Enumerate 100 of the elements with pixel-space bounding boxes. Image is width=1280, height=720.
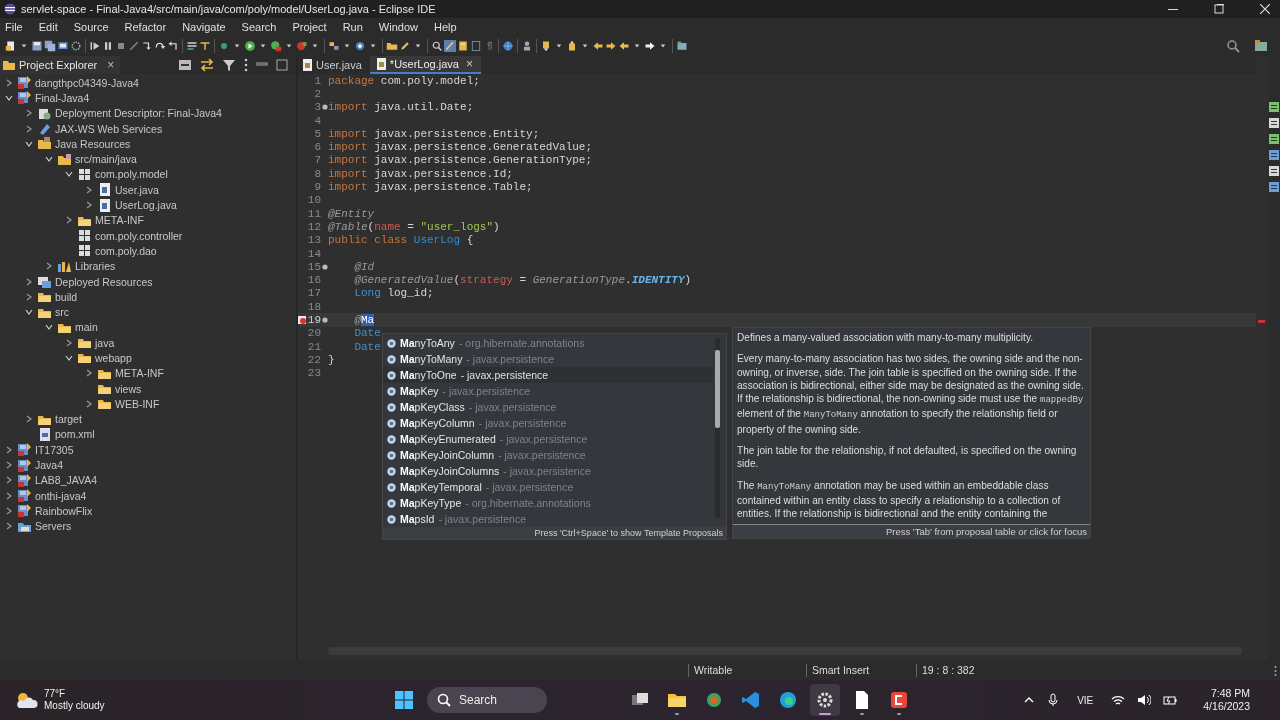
previous-annotation-icon[interactable] [566, 40, 578, 52]
menu-item[interactable]: Run [342, 21, 363, 33]
close-button[interactable]: × [465, 57, 473, 71]
wifi-icon[interactable] [1111, 694, 1126, 706]
editor-tab[interactable]: User.java [298, 56, 370, 74]
view-tab[interactable]: Project Explorer × [0, 56, 121, 74]
scrollbar[interactable] [715, 338, 720, 518]
close-button[interactable]: × [107, 58, 115, 72]
kebab-menu-icon[interactable] [244, 58, 248, 72]
resume-icon[interactable] [89, 40, 101, 52]
proposal-item[interactable]: MapKeyEnumerated - javax.persistence [383, 431, 713, 447]
filter-icon[interactable] [222, 58, 236, 72]
close-icon[interactable] [1260, 4, 1270, 14]
new-file-icon[interactable] [5, 40, 17, 52]
editor-tab[interactable]: *UserLog.java × [369, 56, 481, 74]
tree-item[interactable]: META-INF [115, 367, 164, 380]
tree-item[interactable]: UserLog.java [115, 199, 177, 211]
outline-icon[interactable] [1269, 134, 1279, 144]
link-editor-icon[interactable] [200, 58, 214, 72]
tree-item[interactable]: views [115, 382, 142, 395]
chevron-right-icon[interactable] [85, 185, 93, 194]
menu-item[interactable]: Window [378, 21, 418, 33]
fold-icon[interactable] [322, 104, 328, 111]
pause-icon[interactable] [102, 40, 114, 52]
step-return-icon[interactable] [167, 40, 179, 52]
disconnect-icon[interactable] [128, 40, 140, 52]
chevron-right-icon[interactable] [5, 522, 13, 531]
tree-item[interactable]: src [55, 306, 69, 319]
tree-item[interactable]: Servers [35, 520, 72, 533]
clock-date[interactable]: 4/16/2023 [1203, 700, 1250, 713]
proposal-item[interactable]: MapKey - javax.persistence [383, 383, 713, 399]
tree-item[interactable]: com.poly.controller [95, 229, 183, 242]
tree-item[interactable]: Libraries [75, 260, 116, 273]
proposal-item[interactable]: MapKeyJoinColumn - javax.persistence [383, 447, 713, 463]
proposal-item[interactable]: ManyToAny - org.hibernate.annotations [383, 335, 713, 351]
tree-item[interactable]: Java Resources [55, 137, 131, 150]
block-selection-icon[interactable] [470, 40, 482, 52]
new-class-icon[interactable] [354, 40, 366, 52]
code-editor-icon[interactable] [741, 690, 761, 710]
chevron-right-icon[interactable] [85, 399, 93, 408]
tree-item[interactable]: RainbowFlix [35, 504, 93, 517]
tree-item[interactable]: main [75, 321, 98, 334]
proposal-item[interactable]: MapKeyJoinColumns - javax.persistence [383, 463, 713, 479]
globe-icon[interactable] [502, 40, 514, 52]
tree-item[interactable]: pom.xml [55, 428, 95, 441]
windows-logo-icon[interactable] [394, 690, 414, 710]
tree-item[interactable]: JAX-WS Web Services [55, 122, 163, 135]
app-icon[interactable] [889, 690, 909, 710]
proposal-item[interactable]: MapKeyType - org.hibernate.annotations [383, 495, 713, 511]
chevron-down-icon[interactable] [65, 170, 73, 179]
menu-item[interactable]: File [5, 21, 23, 33]
chevron-right-icon[interactable] [5, 461, 13, 470]
perspective-icon[interactable] [1254, 39, 1268, 53]
chevron-right-icon[interactable] [85, 369, 93, 378]
chevron-right-icon[interactable] [25, 124, 33, 133]
menu-item[interactable]: Refactor [124, 21, 167, 33]
tree-item[interactable]: Deployed Resources [55, 275, 153, 288]
task-list-icon[interactable] [1269, 182, 1279, 192]
chevron-right-icon[interactable] [5, 78, 13, 87]
menu-item[interactable]: Edit [38, 21, 58, 33]
outline-icon[interactable] [1269, 102, 1279, 112]
menu-item[interactable]: Navigate [182, 21, 226, 33]
tree-item[interactable]: com.poly.dao [95, 244, 157, 257]
tree-item[interactable]: Final-Java4 [35, 91, 90, 104]
language-indicator[interactable]: VIE [1077, 694, 1094, 706]
menu-item[interactable]: Help [434, 21, 457, 33]
proposal-item[interactable]: MapKeyTemporal - javax.persistence [383, 479, 713, 495]
server-icon[interactable] [218, 40, 230, 52]
list-icon[interactable] [186, 40, 198, 52]
microphone-icon[interactable] [1047, 693, 1060, 707]
tree-item[interactable]: Deployment Descriptor: Final-Java4 [55, 107, 222, 120]
tree-item[interactable]: target [55, 413, 82, 426]
proposal-item[interactable]: ManyToMany - javax.persistence [383, 351, 713, 367]
chevron-right-icon[interactable] [25, 292, 33, 301]
swirl-icon[interactable] [704, 690, 724, 710]
search-icon[interactable] [1226, 39, 1240, 53]
menu-item[interactable]: Search [241, 21, 277, 33]
step-into-icon[interactable] [141, 40, 153, 52]
gear-icon[interactable] [815, 690, 835, 710]
tree-item[interactable]: Java4 [35, 459, 64, 472]
chevron-right-icon[interactable] [45, 262, 53, 271]
proposal-item[interactable]: MapsId - javax.persistence [383, 511, 713, 527]
error-marker[interactable] [1258, 320, 1265, 323]
chevron-down-icon[interactable] [25, 308, 33, 317]
menu-item[interactable]: Source [73, 21, 109, 33]
new-package-icon[interactable] [328, 40, 340, 52]
collapse-all-icon[interactable] [178, 58, 192, 72]
chevron-down-icon[interactable] [45, 323, 53, 332]
pencil-icon[interactable] [399, 40, 411, 52]
back-arrow-icon[interactable] [592, 40, 604, 52]
tree-item[interactable]: java [95, 336, 115, 349]
proposal-item[interactable]: MapKeyClass - javax.persistence [383, 399, 713, 415]
battery-icon[interactable] [1163, 694, 1178, 706]
chevron-right-icon[interactable] [5, 506, 13, 515]
tree-item[interactable]: src/main/java [75, 153, 137, 166]
task-list-icon[interactable] [1269, 150, 1279, 160]
document-icon[interactable] [1269, 118, 1279, 128]
menu-item[interactable]: Project [292, 21, 327, 33]
chevron-right-icon[interactable] [65, 216, 73, 225]
document-icon[interactable] [457, 40, 469, 52]
